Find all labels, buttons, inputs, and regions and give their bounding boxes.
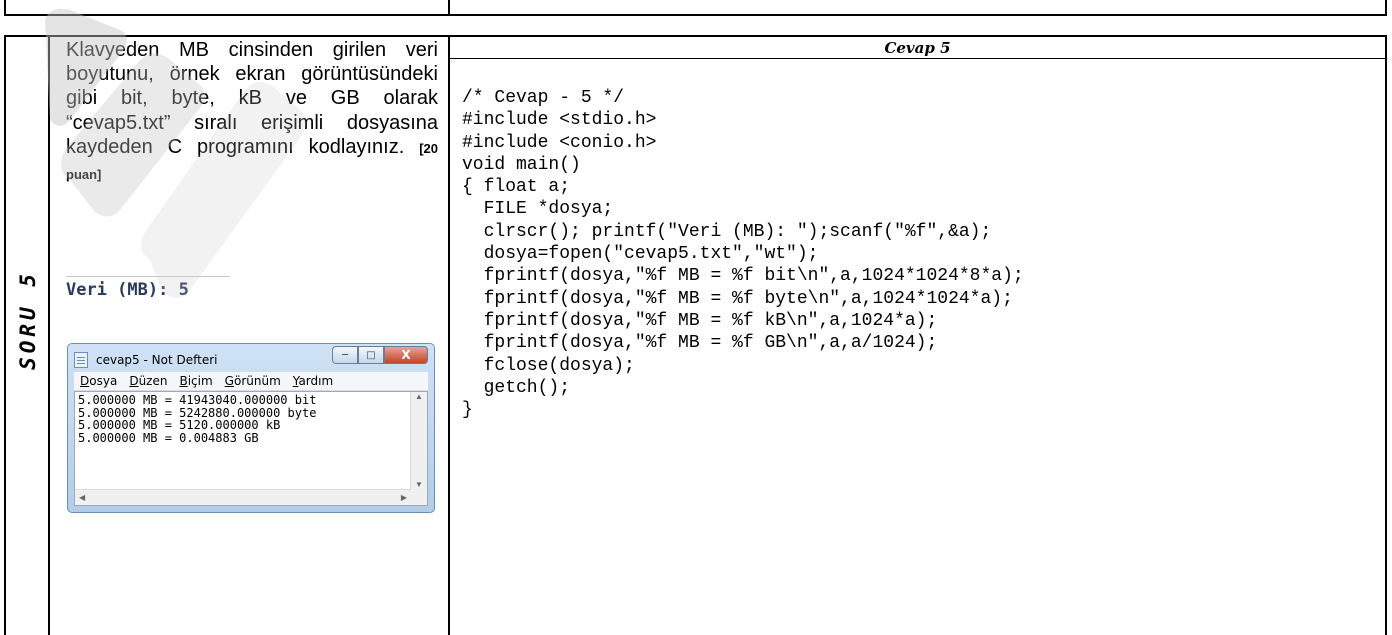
answer-header: Cevap 5 <box>884 39 951 57</box>
vertical-scrollbar[interactable]: ▲ ▼ <box>410 392 427 489</box>
menu-duzen[interactable]: Düzen <box>129 374 167 388</box>
minimize-button[interactable]: ─ <box>332 346 358 364</box>
menu-yardim[interactable]: Yardım <box>293 374 333 388</box>
notepad-title: cevap5 - Not Defteri <box>96 353 218 367</box>
close-button[interactable]: X <box>384 346 428 364</box>
previous-table-bottom <box>0 0 1392 16</box>
console-output: Veri (MB): 5 <box>66 276 230 301</box>
table-left-border <box>4 35 6 635</box>
notepad-file-icon <box>74 352 88 368</box>
notepad-window: cevap5 - Not Defteri ─ □ X Dosya Düzen B… <box>67 343 435 513</box>
horizontal-scrollbar[interactable]: ◀ ▶ <box>75 489 411 505</box>
window-controls: ─ □ X <box>332 346 428 364</box>
scroll-right-arrow-icon[interactable]: ▶ <box>401 493 407 502</box>
maximize-button[interactable]: □ <box>358 346 384 364</box>
scroll-up-arrow-icon[interactable]: ▲ <box>415 392 423 401</box>
notepad-menubar: Dosya Düzen Biçim Görünüm Yardım <box>74 372 428 391</box>
table-middle-divider <box>448 35 450 635</box>
top-bottom-border <box>4 14 1387 16</box>
scroll-down-arrow-icon[interactable]: ▼ <box>415 480 423 489</box>
question-text: Klavyeden MB cinsinden girilen veri boyu… <box>66 38 438 187</box>
section-label: SORU 5 <box>8 255 48 385</box>
menu-bicim[interactable]: Biçim <box>179 374 212 388</box>
notepad-text[interactable]: 5.000000 MB = 41943040.000000 bit 5.0000… <box>78 394 405 487</box>
section-label-text: SORU 5 <box>16 270 41 370</box>
answer-code: /* Cevap - 5 */ #include <stdio.h> #incl… <box>462 88 1024 421</box>
resize-grip-icon[interactable] <box>411 489 427 505</box>
table-label-divider <box>48 35 50 635</box>
question-body: Klavyeden MB cinsinden girilen veri boyu… <box>66 39 438 158</box>
scroll-left-arrow-icon[interactable]: ◀ <box>79 493 85 502</box>
table-right-border <box>1385 35 1387 635</box>
notepad-titlebar: cevap5 - Not Defteri <box>74 351 217 369</box>
menu-gorunum[interactable]: Görünüm <box>225 374 281 388</box>
notepad-editor[interactable]: 5.000000 MB = 41943040.000000 bit 5.0000… <box>74 391 428 506</box>
menu-dosya[interactable]: Dosya <box>80 374 117 388</box>
